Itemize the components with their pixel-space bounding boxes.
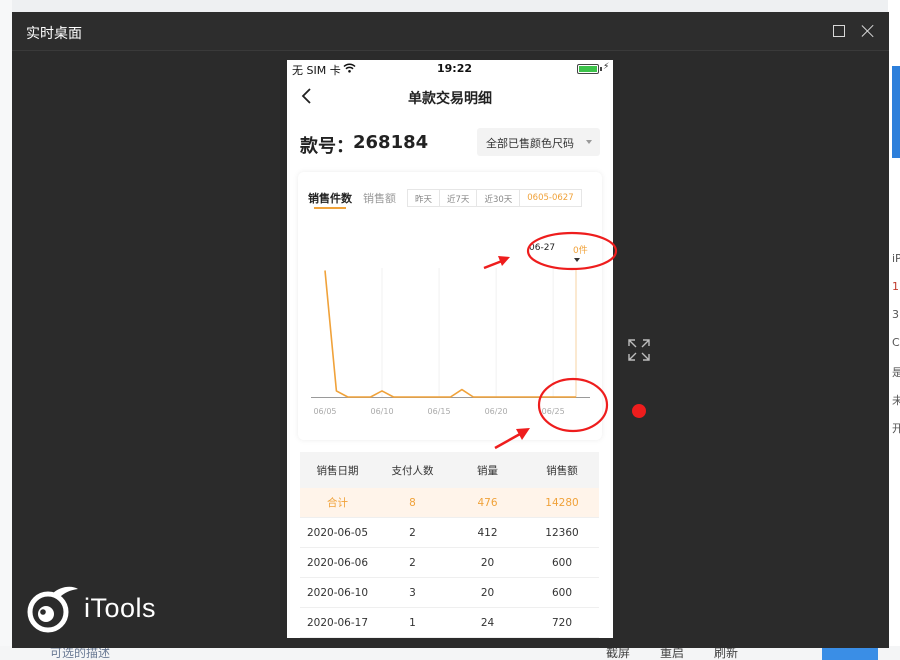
battery-tip	[600, 67, 602, 71]
background-side-text: C	[892, 336, 900, 349]
tooltip-value: 0件	[573, 246, 588, 256]
chevron-down-icon	[586, 140, 592, 144]
background-side-text: 开	[892, 422, 900, 435]
status-bar: 无 SIM 卡 19:22 ⚡	[287, 60, 613, 78]
status-time: 19:22	[437, 62, 473, 75]
row-amount: 600	[551, 586, 573, 599]
table-row[interactable]: 2020-06-17 1 24 720	[300, 608, 599, 638]
record-indicator-icon[interactable]	[632, 404, 646, 418]
table-header: 销售日期 支付人数 销量 销售额	[300, 452, 599, 488]
filter-label: 全部已售颜色尺码	[486, 137, 574, 150]
battery-icon	[577, 64, 599, 74]
carrier-label: 无 SIM 卡	[292, 64, 341, 77]
row-date: 2020-06-10	[306, 586, 369, 599]
nav-bar: 单款交易明细	[287, 82, 613, 112]
row-amount: 12360	[545, 526, 579, 539]
row-quantity: 412	[477, 526, 498, 539]
column-header-amount: 销售额	[546, 464, 578, 477]
background-primary-button[interactable]	[822, 646, 878, 660]
background-side-text: 1	[892, 280, 899, 293]
row-date: 2020-06-05	[306, 526, 369, 539]
background-side-text: 3	[892, 308, 899, 321]
column-header-buyers: 支付人数	[391, 464, 434, 477]
total-quantity: 476	[477, 496, 498, 509]
x-tick-label: 06/05	[313, 407, 336, 416]
background-side-text: iP	[892, 252, 900, 265]
color-size-filter[interactable]: 全部已售颜色尺码	[477, 128, 600, 156]
table-row[interactable]: 2020-06-10 3 20 600	[300, 578, 599, 608]
x-tick-label: 06/15	[428, 407, 451, 416]
table-row[interactable]: 2020-06-05 2 412 12360	[300, 518, 599, 548]
row-amount: 600	[551, 556, 573, 569]
background-bottom-bar: 可选的描述 截屏 重启 刷新	[0, 646, 900, 660]
screenshot-tool[interactable]: 截屏	[606, 646, 630, 660]
product-code: 268184	[353, 132, 429, 153]
sales-table: 销售日期 支付人数 销量 销售额 合计 8 476 14280 2020-06-…	[300, 452, 599, 638]
table-total-row: 合计 8 476 14280	[300, 488, 599, 518]
total-label: 合计	[327, 497, 348, 509]
refresh-tool[interactable]: 刷新	[714, 646, 738, 660]
background-accent-bar	[892, 66, 900, 158]
x-tick-label: 06/20	[485, 407, 508, 416]
row-date: 2020-06-17	[306, 616, 369, 629]
window-titlebar[interactable]: 实时桌面	[12, 12, 889, 51]
table-row[interactable]: 2020-06-06 2 20 600	[300, 548, 599, 578]
wifi-icon	[343, 63, 356, 73]
charging-icon: ⚡	[603, 62, 610, 72]
column-header-quantity: 销量	[477, 464, 498, 477]
row-buyers: 2	[409, 526, 416, 539]
maximize-icon[interactable]	[830, 22, 848, 40]
sales-chart-card: 销售件数 销售额 昨天 近7天 近30天 0605-0627 06/05 06/1…	[298, 172, 602, 440]
tooltip-caret	[574, 258, 580, 262]
itools-logo-icon	[27, 586, 78, 633]
restart-tool[interactable]: 重启	[660, 646, 684, 660]
fullscreen-icon[interactable]	[628, 339, 650, 361]
row-quantity: 20	[480, 586, 495, 599]
total-buyers: 8	[409, 496, 416, 509]
row-date: 2020-06-06	[306, 556, 369, 569]
row-amount: 720	[551, 616, 573, 629]
x-tick-label: 06/25	[542, 407, 565, 416]
background-description-text: 可选的描述	[50, 646, 111, 660]
background-left-strip	[0, 0, 12, 660]
row-buyers: 1	[409, 616, 416, 629]
tooltip-date: 06-27	[529, 243, 556, 253]
phone-screen: 无 SIM 卡 19:22 ⚡ 单款交易明细 款号： 268184 全部已售颜色…	[287, 60, 613, 638]
row-buyers: 3	[409, 586, 416, 599]
window-title: 实时桌面	[26, 26, 82, 42]
total-amount: 14280	[545, 496, 579, 509]
row-buyers: 2	[409, 556, 416, 569]
x-tick-label: 06/10	[371, 407, 394, 416]
background-side-text: 未	[892, 394, 900, 407]
series-line	[324, 270, 576, 398]
close-icon[interactable]	[859, 22, 877, 40]
sales-line-chart[interactable]: 06/05 06/10 06/15 06/20 06/25	[298, 172, 602, 440]
column-header-date: 销售日期	[316, 464, 359, 477]
row-quantity: 24	[480, 616, 495, 629]
page-title: 单款交易明细	[408, 91, 492, 107]
background-side-text: 是	[892, 366, 900, 379]
product-code-label: 款号：	[300, 136, 354, 157]
brand-name: iTools	[84, 593, 157, 623]
row-quantity: 20	[480, 556, 495, 569]
